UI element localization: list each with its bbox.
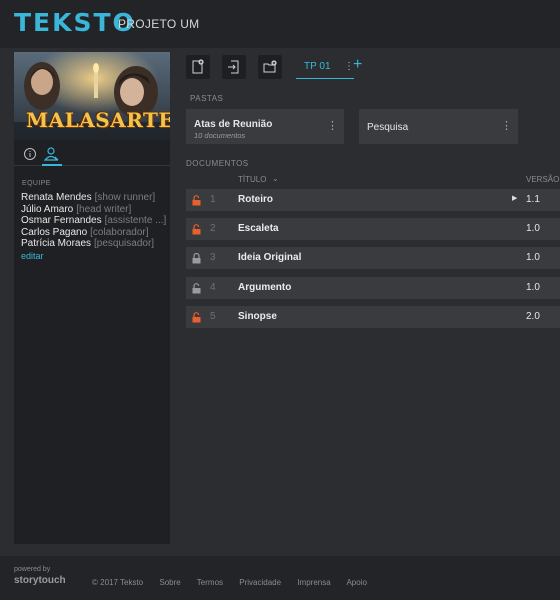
team-list: Renata Mendes [show runner] Júlio Amaro [h… xyxy=(21,192,167,250)
folder-name: Atas de Reunião xyxy=(194,119,273,130)
documents-label: DOCUMENTOS xyxy=(186,159,249,168)
folder-card[interactable]: Pesquisa ⋮ xyxy=(359,109,518,144)
folder-menu-icon[interactable]: ⋮ xyxy=(327,119,338,132)
member-name: Patrícia Moraes xyxy=(21,238,92,249)
sidebar-tabs xyxy=(14,142,170,166)
folders-label: PASTAS xyxy=(190,94,224,103)
document-version: 1.1 xyxy=(526,194,540,205)
edit-team-link[interactable]: editar xyxy=(21,251,44,261)
project-cover-image: MALASARTES xyxy=(14,52,170,140)
document-version: 1.0 xyxy=(526,282,540,293)
add-tab-button[interactable]: + xyxy=(353,56,362,74)
footer-link-sobre[interactable]: Sobre xyxy=(159,578,180,587)
table-row[interactable]: 1 Roteiro ▶ 1.1 xyxy=(186,189,560,211)
footer-link-apoio[interactable]: Apoio xyxy=(346,578,366,587)
col-version-header: VERSÃO xyxy=(526,175,560,184)
team-icon xyxy=(43,147,59,161)
team-member: Carlos Pagano [colaborador] xyxy=(21,227,167,239)
footer-link-privacidade[interactable]: Privacidade xyxy=(239,578,281,587)
member-role: [colaborador] xyxy=(90,226,149,238)
new-folder-icon xyxy=(263,60,277,73)
top-bar: TEKSTO PROJETO UM xyxy=(0,0,560,48)
document-title: Argumento xyxy=(238,282,292,293)
sort-chevron-icon[interactable]: ⌄ xyxy=(272,174,279,183)
table-row[interactable]: 4 Argumento 1.0 xyxy=(186,277,560,299)
document-version: 1.0 xyxy=(526,252,540,263)
unlocked-icon[interactable] xyxy=(192,312,201,323)
footer-link-termos[interactable]: Termos xyxy=(197,578,223,587)
member-role: [show runner] xyxy=(94,192,156,203)
folder-card[interactable]: Atas de Reunião 10 documentos ⋮ xyxy=(186,109,344,144)
row-number: 1 xyxy=(210,194,216,205)
col-title-header[interactable]: TÍTULO xyxy=(238,175,266,184)
unlocked-icon[interactable] xyxy=(192,195,201,206)
row-number: 3 xyxy=(210,252,216,263)
member-role: [assistente ...] xyxy=(104,215,167,226)
document-version: 2.0 xyxy=(526,311,540,322)
table-row[interactable]: 5 Sinopse 2.0 xyxy=(186,306,560,328)
tab-label: TP 01 xyxy=(304,61,331,72)
member-name: Júlio Amaro xyxy=(21,203,74,215)
tab-team[interactable] xyxy=(42,144,62,166)
new-document-icon xyxy=(192,59,204,74)
cover-title: MALASARTES xyxy=(26,108,170,132)
project-sidebar: MALASARTES EQUIPE Renata Mendes[show run… xyxy=(14,52,170,544)
document-title: Ideia Original xyxy=(238,252,302,263)
unlocked-icon[interactable] xyxy=(192,283,201,294)
documents-header: TÍTULO ⌄ VERSÃO xyxy=(186,173,560,187)
team-label: EQUIPE xyxy=(22,180,51,187)
footer-link-imprensa[interactable]: Imprensa xyxy=(297,578,330,587)
member-name: Renata Mendes xyxy=(21,192,92,203)
expand-arrow-icon[interactable]: ▶ xyxy=(512,194,517,202)
locked-icon[interactable] xyxy=(192,253,201,264)
folder-menu-icon[interactable]: ⋮ xyxy=(501,119,512,132)
team-member: Renata Mendes [show runner] xyxy=(21,192,167,204)
folder-count: 10 documentos xyxy=(194,131,246,140)
storytouch-logo[interactable]: storytouch xyxy=(14,575,66,586)
powered-by-label: powered by xyxy=(14,566,51,573)
row-number: 2 xyxy=(210,223,216,234)
import-icon xyxy=(228,60,239,74)
table-row[interactable]: 3 Ideia Original 1.0 xyxy=(186,247,560,269)
folder-name: Pesquisa xyxy=(367,122,409,133)
document-title: Roteiro xyxy=(238,194,273,205)
team-member: Patrícia Moraes [pesquisador] xyxy=(21,238,167,250)
new-folder-button[interactable] xyxy=(258,55,282,79)
member-role: [head writer] xyxy=(76,203,132,215)
document-title: Sinopse xyxy=(238,311,277,322)
row-number: 5 xyxy=(210,311,216,322)
copyright-text: © 2017 Tekstо xyxy=(92,578,144,587)
new-document-button[interactable] xyxy=(186,55,210,79)
document-version: 1.0 xyxy=(526,223,540,234)
table-row[interactable]: 2 Escaleta 1.0 xyxy=(186,218,560,240)
footer: powered by storytouch © 2017 Tekstо Sobr… xyxy=(0,556,560,600)
info-icon xyxy=(24,148,36,160)
tab-tp01[interactable]: TP 01 ⋮ xyxy=(296,55,354,79)
row-number: 4 xyxy=(210,282,216,293)
team-member: Osmar Fernandes [assistente ...] xyxy=(21,215,167,227)
import-document-button[interactable] xyxy=(222,55,246,79)
member-name: Carlos Pagano xyxy=(21,226,88,238)
unlocked-icon[interactable] xyxy=(192,224,201,235)
footer-links: © 2017 Tekstо Sobre Termos Privacidade I… xyxy=(92,578,381,587)
team-member: Júlio Amaro [head writer] xyxy=(21,204,167,216)
member-name: Osmar Fernandes xyxy=(21,215,102,226)
document-title: Escaleta xyxy=(238,223,279,234)
member-role: [pesquisador] xyxy=(94,238,155,249)
project-title: PROJETO UM xyxy=(118,17,200,31)
document-toolbar: TP 01 ⋮ + xyxy=(186,55,560,79)
tab-info[interactable] xyxy=(22,146,38,162)
